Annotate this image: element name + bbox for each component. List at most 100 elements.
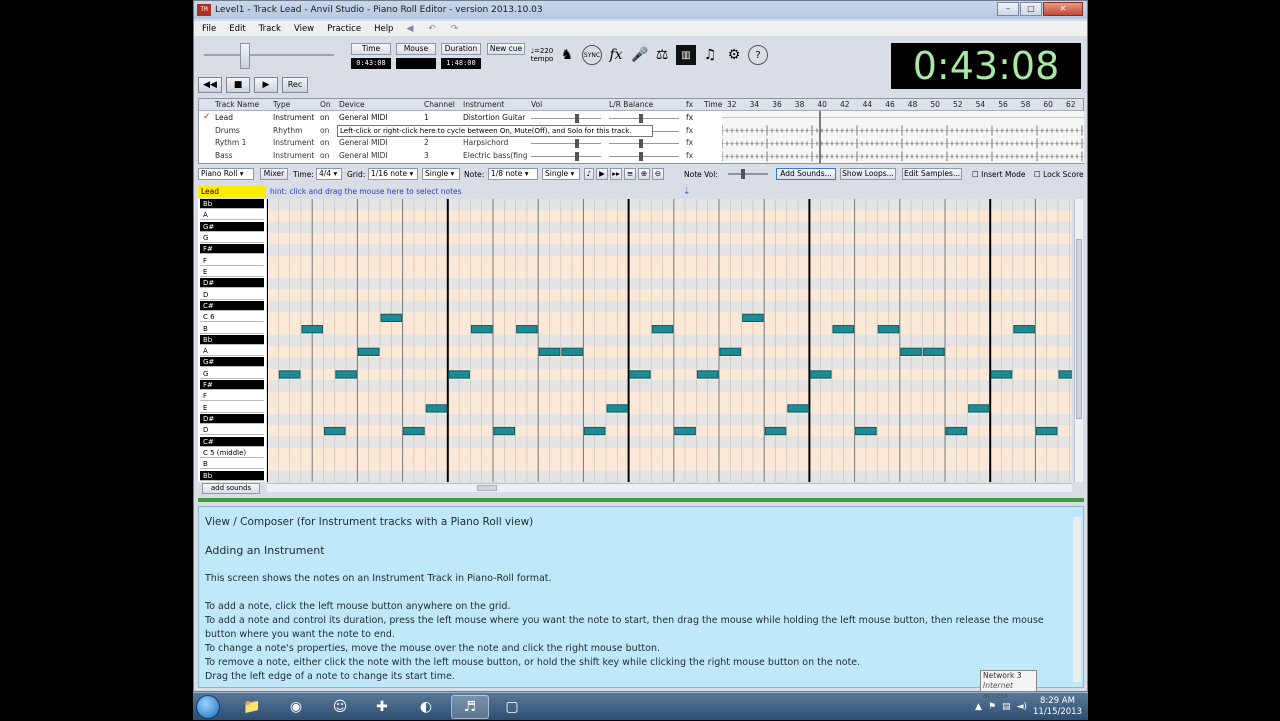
insert-mode-checkbox[interactable]: ☐ Insert Mode [972, 170, 1025, 179]
track-cell-fx[interactable]: fx [686, 126, 700, 135]
play-button[interactable]: ▶ [254, 77, 278, 93]
mouse-button[interactable]: Mouse [396, 43, 436, 55]
start-button[interactable] [193, 693, 223, 721]
rewind-button[interactable]: ◀◀ [198, 77, 222, 93]
volume-slider[interactable] [531, 118, 601, 119]
piano-roll-vertical-scrollbar[interactable] [1074, 199, 1083, 482]
mixer-person-icon[interactable]: ⚖ [652, 45, 672, 65]
piano-key[interactable]: B [200, 323, 264, 334]
piano-key[interactable]: A [200, 346, 264, 357]
piano-roll-horizontal-scrollbar[interactable] [267, 483, 1072, 492]
note-vol-slider[interactable] [728, 173, 768, 175]
track-overview-grid[interactable] [721, 111, 1084, 163]
piano-key[interactable]: G [200, 368, 264, 379]
piano-keys-icon[interactable]: ▥ [676, 45, 696, 65]
note-select[interactable]: 1/8 note ▾ [488, 168, 538, 180]
tray-flag-icon[interactable]: ⚑ [988, 702, 996, 712]
messenger-icon[interactable]: ☺ [321, 695, 359, 719]
new-cue-button[interactable]: New cue [487, 43, 525, 55]
mixer-button[interactable]: Mixer [260, 168, 288, 180]
duration-button[interactable]: Duration [441, 43, 481, 55]
menu-edit[interactable]: Edit [229, 24, 245, 34]
volume-slider[interactable] [531, 143, 601, 144]
col-type[interactable]: Type [273, 100, 290, 109]
piano-key[interactable]: G# [200, 357, 264, 368]
anvil-studio-taskbar-icon[interactable]: ♬ [451, 695, 489, 719]
horizontal-scroll-thumb[interactable] [477, 485, 497, 491]
zoom-out-icon[interactable]: ⊖ [652, 168, 664, 180]
position-slider-thumb[interactable] [240, 43, 250, 69]
track-selected-check-icon[interactable]: ✓ [203, 112, 211, 122]
record-button[interactable]: Rec [282, 77, 308, 93]
volume-slider-thumb[interactable] [575, 114, 579, 123]
volume-slider-thumb[interactable] [575, 139, 579, 148]
volume-slider-thumb[interactable] [575, 151, 579, 161]
piano-key[interactable]: C 5 (middle) [200, 448, 264, 459]
vertical-scroll-thumb[interactable] [1076, 239, 1082, 419]
add-sounds-button[interactable]: Add Sounds... [776, 168, 836, 180]
stop-button[interactable]: ■ [226, 77, 250, 93]
note-grid[interactable] [267, 199, 1072, 482]
track-cell-fx[interactable]: fx [686, 113, 700, 122]
time-button[interactable]: Time [351, 43, 391, 55]
menu-track[interactable]: Track [259, 24, 281, 34]
edit-samples-button[interactable]: Edit Samples... [902, 168, 962, 180]
note-mode-select[interactable]: Single ▾ [542, 168, 580, 180]
piano-key[interactable]: Bb [200, 199, 264, 209]
tempo-icon[interactable]: ♩=220 tempo [531, 45, 554, 65]
col-track-name[interactable]: Track Name [215, 100, 259, 109]
piano-key[interactable]: F [200, 391, 264, 402]
time-sig-select[interactable]: 4/4 ▾ [316, 168, 342, 180]
note-tool-icon[interactable]: ♪ [584, 168, 594, 180]
piano-key[interactable]: F [200, 255, 264, 266]
piano-key[interactable]: F# [200, 380, 264, 391]
add-sounds-small-button[interactable]: add sounds [202, 483, 260, 494]
piano-key[interactable]: B [200, 459, 264, 470]
sync-icon[interactable]: SYNC [582, 45, 602, 65]
lock-score-checkbox[interactable]: ☐ Lock Score [1034, 170, 1084, 179]
window-switch-icon[interactable]: ▢ [493, 695, 531, 719]
track-row[interactable]: ✓ Lead Instrument on General MIDI 1 Distortion… [199, 112, 722, 124]
piano-key[interactable]: D [200, 425, 264, 436]
piano-key[interactable]: F# [200, 244, 264, 255]
track-cell-fx[interactable]: fx [686, 151, 700, 160]
tools-icon[interactable]: ✚ [363, 695, 401, 719]
track-cell-fx[interactable]: fx [686, 138, 700, 147]
maximize-button[interactable]: □ [1020, 2, 1042, 16]
balance-slider[interactable] [609, 118, 679, 119]
piano-key[interactable]: D# [200, 278, 264, 289]
tray-network-icon[interactable]: ▤ [1002, 702, 1011, 712]
balance-slider[interactable] [609, 155, 679, 157]
piano-key[interactable]: C# [200, 300, 264, 311]
note-vol-thumb[interactable] [741, 169, 745, 179]
microphone-icon[interactable]: 🎤 [630, 45, 650, 65]
grid-select[interactable]: 1/16 note ▾ [368, 168, 418, 180]
piano-key[interactable]: E [200, 266, 264, 277]
play-selection-icon[interactable]: ▶ [596, 168, 608, 180]
list-icon[interactable]: ≡ [624, 168, 636, 180]
menu-practice[interactable]: Practice [327, 24, 361, 34]
help-question-icon[interactable]: ? [748, 45, 768, 65]
minimize-button[interactable]: – [997, 2, 1019, 16]
track-row[interactable]: Rythm 1 Instrument on General MIDI 2 Harpsich… [199, 137, 722, 149]
track-cell-on[interactable]: on [320, 138, 336, 147]
piano-key[interactable]: A [200, 210, 264, 221]
tray-arrow-icon[interactable]: ▲ [975, 702, 982, 712]
piano-key[interactable]: Bb [200, 470, 264, 481]
track-row[interactable]: Bass Instrument on General MIDI 3 Electric ba… [199, 150, 722, 162]
track-cell-on[interactable]: on [320, 113, 336, 122]
balance-slider-thumb[interactable] [639, 151, 643, 161]
fx-icon[interactable]: fx [606, 45, 626, 65]
grid-mode-select[interactable]: Single ▾ [422, 168, 460, 180]
position-slider-track[interactable] [204, 54, 334, 56]
zoom-in-icon[interactable]: ⊕ [638, 168, 650, 180]
track-cell-on[interactable]: on [320, 126, 336, 135]
fast-forward-icon[interactable]: ▸▸ [610, 168, 622, 180]
playhead-marker-icon[interactable]: ⇣ [683, 187, 691, 197]
title-bar[interactable]: TM Level1 - Track Lead - Anvil Studio - … [194, 1, 1087, 19]
settings-dial-icon[interactable]: ⚙ [724, 45, 744, 65]
metronome-icon[interactable]: ♞ [557, 45, 577, 65]
staff-notation-icon[interactable]: ♫ [700, 45, 720, 65]
col-time[interactable]: Time [704, 100, 722, 109]
history-arrows-icon[interactable]: ◀ ↶ ↷ [406, 24, 464, 34]
